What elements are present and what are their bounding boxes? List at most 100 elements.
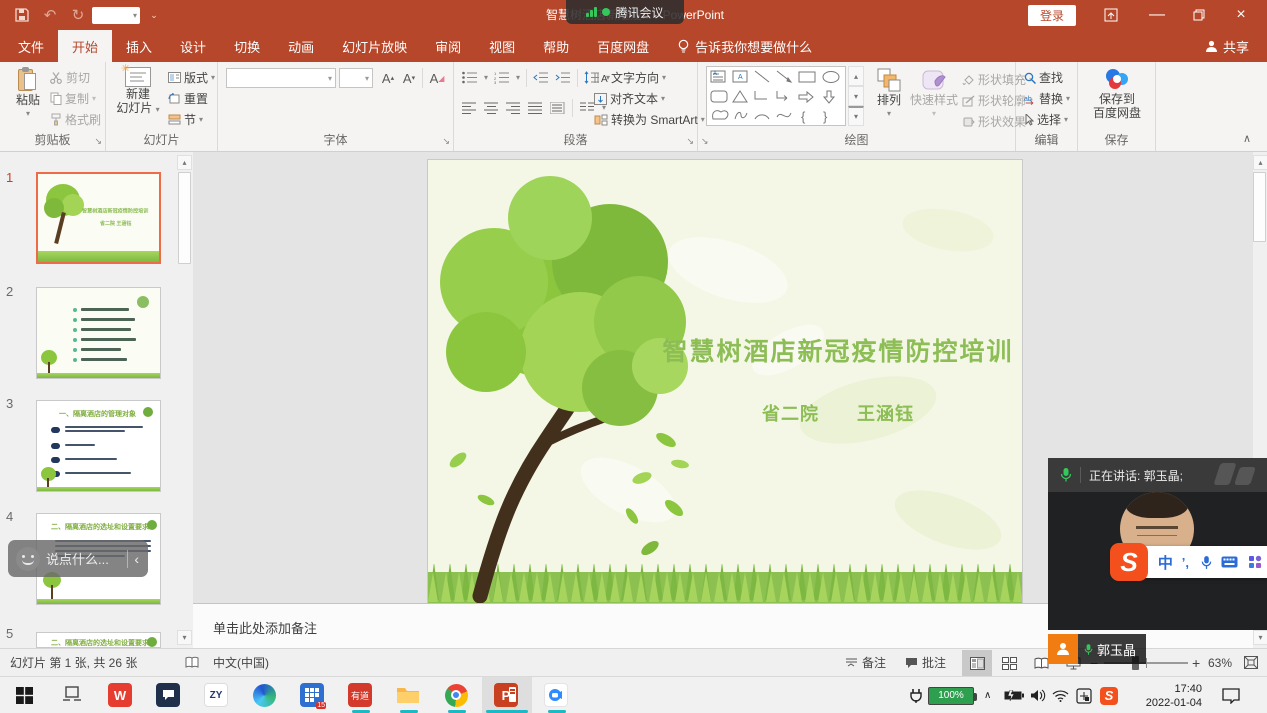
undo-icon[interactable]: ↶ — [40, 5, 60, 25]
increase-indent-icon[interactable] — [555, 71, 571, 84]
slide-thumbnail-5[interactable]: 二、隔离酒店的选址和设置要求 — [36, 632, 161, 648]
section-button[interactable]: 节▾ — [168, 110, 203, 129]
editor-scroll-up[interactable]: ▴ — [1253, 155, 1267, 170]
numbering-dropdown[interactable]: ▾ — [516, 73, 520, 82]
thumbnail-scroll-up[interactable]: ▴ — [177, 155, 192, 170]
justify-icon[interactable] — [528, 102, 543, 114]
replace-button[interactable]: ab 替换▾ — [1024, 89, 1070, 108]
tab-file[interactable]: 文件 — [4, 30, 58, 62]
paragraph-dialog-launcher[interactable]: ↘ — [686, 136, 694, 147]
chat-placeholder[interactable]: 说点什么... — [46, 549, 121, 568]
start-button[interactable] — [12, 683, 36, 707]
tencent-meeting-pill[interactable]: 腾讯会议 — [566, 0, 684, 24]
youdao-app-icon[interactable]: 有道 — [348, 683, 372, 707]
ime-language-mode[interactable]: 中 — [1155, 552, 1176, 573]
align-text-button[interactable]: 对齐文本▾ — [594, 89, 665, 108]
sogou-tray-icon[interactable]: S — [1100, 677, 1118, 713]
editor-scroll-down[interactable]: ▾ — [1253, 630, 1267, 645]
notes-toggle[interactable]: 备注 — [845, 649, 886, 676]
tab-animations[interactable]: 动画 — [274, 30, 328, 62]
clear-formatting-button[interactable]: A◢ — [426, 67, 448, 89]
battery-icon[interactable] — [1004, 677, 1024, 713]
ime-keyboard-icon[interactable] — [1218, 556, 1243, 568]
columns-icon[interactable] — [580, 102, 595, 114]
drawing-dialog-launcher[interactable]: ↘ — [701, 136, 709, 147]
speaker-icon[interactable] — [1030, 677, 1046, 713]
redo-icon[interactable]: ↻ — [68, 5, 88, 25]
meeting-header[interactable]: 正在讲话: 郭玉晶; — [1048, 458, 1267, 492]
comments-toggle[interactable]: 批注 — [905, 649, 946, 676]
increase-font-button[interactable]: A▴ — [378, 67, 398, 89]
text-direction-button[interactable]: A 文字方向▾ — [594, 68, 666, 87]
ime-mic-icon[interactable] — [1195, 555, 1218, 570]
action-center-icon[interactable] — [1222, 677, 1240, 713]
collapse-ribbon-button[interactable]: ∧ — [1243, 132, 1251, 145]
current-slide[interactable]: 智慧树酒店新冠疫情防控培训 省二院 王涵钰 — [428, 160, 1022, 603]
slide-thumbnail-1[interactable]: 智慧树酒店新冠疫情防控培训 省二院 王涵钰 — [36, 172, 161, 264]
layout-button[interactable]: 版式▾ — [168, 68, 215, 87]
bullets-dropdown[interactable]: ▾ — [484, 73, 488, 82]
decrease-font-button[interactable]: A▾ — [399, 67, 419, 89]
thumbnail-scroll-down[interactable]: ▾ — [177, 630, 192, 645]
find-button[interactable]: 查找 — [1024, 68, 1063, 87]
spellcheck-icon[interactable] — [185, 649, 199, 676]
wps-writer-icon[interactable]: W — [108, 683, 132, 707]
battery-percentage-pill[interactable]: 100% — [928, 677, 974, 713]
power-plug-icon[interactable] — [908, 677, 924, 713]
distribute-icon[interactable] — [550, 102, 565, 114]
slide-thumbnail-3[interactable]: 一、隔离酒店的管理对象 — [36, 400, 161, 492]
ime-toolbox-icon[interactable] — [1242, 555, 1267, 569]
task-view-button[interactable] — [60, 683, 84, 707]
tab-transitions[interactable]: 切换 — [220, 30, 274, 62]
language-indicator[interactable]: 中文(中国) — [213, 649, 269, 676]
new-slide-button[interactable]: ✳ 新建 幻灯片 ▾ — [114, 67, 162, 117]
zy-app-icon[interactable]: ZY — [204, 683, 228, 707]
emoji-icon[interactable] — [16, 547, 40, 571]
tab-review[interactable]: 审阅 — [421, 30, 475, 62]
clipboard-dialog-launcher[interactable]: ↘ — [94, 136, 102, 147]
qat-combobox[interactable]: ▾ — [92, 7, 140, 24]
chrome-browser-icon[interactable] — [444, 683, 468, 707]
tencent-meeting-taskbar-icon[interactable] — [544, 683, 568, 707]
tencent-meeting-window[interactable]: 正在讲话: 郭玉晶; 郭玉晶 — [1048, 458, 1267, 630]
paste-button[interactable]: 粘贴 ▾ — [10, 67, 46, 121]
save-icon[interactable] — [12, 5, 32, 25]
save-to-baidu-button[interactable]: 保存到 百度网盘 — [1088, 66, 1146, 120]
reset-button[interactable]: 重置 — [168, 89, 208, 108]
collapse-chevron-icon[interactable]: ‹ — [134, 551, 139, 567]
format-painter-button[interactable]: 格式刷 — [50, 110, 101, 129]
calendar-app-icon[interactable]: 15 — [300, 683, 324, 707]
close-button[interactable]: × — [1224, 0, 1258, 30]
align-right-icon[interactable] — [506, 102, 521, 114]
zoom-percentage[interactable]: 63% — [1208, 649, 1232, 676]
shapes-scroll-down[interactable]: ▾ — [848, 86, 864, 106]
fit-to-window-button[interactable] — [1244, 649, 1258, 676]
file-explorer-icon[interactable] — [396, 683, 420, 707]
font-dialog-launcher[interactable]: ↘ — [442, 136, 450, 147]
ime-punctuation[interactable]: ’, — [1176, 555, 1195, 570]
tab-home[interactable]: 开始 — [58, 30, 112, 62]
thumbnail-scroll-thumb[interactable] — [178, 172, 191, 264]
tab-help[interactable]: 帮助 — [529, 30, 583, 62]
restore-button[interactable] — [1182, 0, 1216, 30]
slide-sorter-view-button[interactable] — [994, 650, 1024, 676]
quick-styles-button[interactable]: 快速样式 ▾ — [910, 67, 958, 121]
bullets-icon[interactable] — [462, 71, 478, 84]
meeting-chat-bubble[interactable]: 说点什么... ‹ — [8, 540, 148, 577]
shapes-gallery[interactable]: A A — [706, 66, 846, 126]
qat-customize-icon[interactable]: ⌄ — [144, 5, 164, 25]
tray-expand-chevron[interactable]: ∧ — [984, 677, 991, 713]
normal-view-button[interactable] — [962, 650, 992, 676]
shapes-more-button[interactable]: ▾ — [848, 106, 864, 126]
editor-scroll-thumb[interactable] — [1253, 172, 1266, 242]
tab-baidu-netdisk[interactable]: 百度网盘 — [583, 30, 663, 62]
thumbnail-scrollbar[interactable]: ▴ ▾ — [176, 152, 193, 648]
align-center-icon[interactable] — [484, 102, 499, 114]
ime-tray-icon[interactable] — [1076, 677, 1092, 713]
align-left-icon[interactable] — [462, 102, 477, 114]
share-button[interactable]: 共享 — [1195, 30, 1259, 62]
network-wifi-icon[interactable] — [1052, 677, 1069, 713]
zoom-in-button[interactable]: + — [1192, 649, 1200, 676]
copy-button[interactable]: 复制 ▾ — [50, 89, 96, 108]
sogou-ime-bar[interactable]: S 中 ’, — [1113, 546, 1267, 578]
